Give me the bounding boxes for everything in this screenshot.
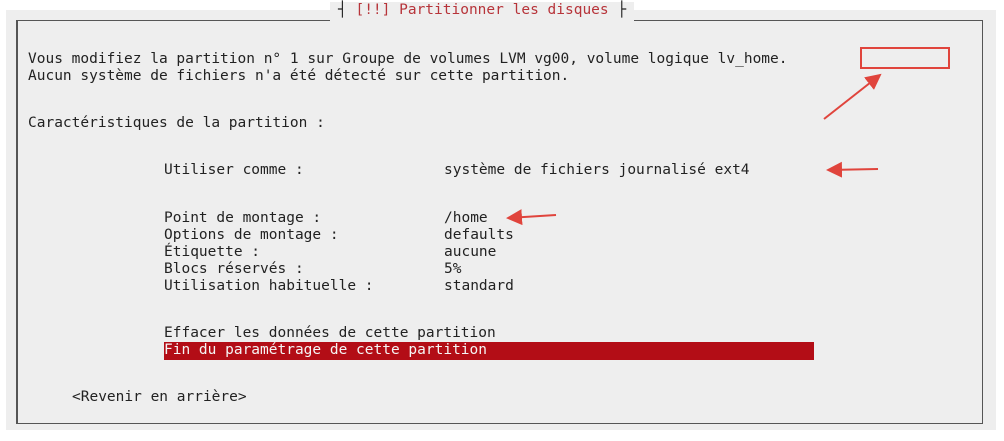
setting-label-mount-point[interactable]: Point de montage : (164, 210, 321, 227)
intro-line-1-text: Vous modifiez la partition n° 1 sur Grou… (28, 51, 718, 67)
logical-volume-name: lv_home. (717, 51, 788, 67)
section-label: Caractéristiques de la partition : (28, 115, 325, 131)
setting-label-use-as[interactable]: Utiliser comme : (164, 162, 304, 179)
installer-screen: ┤ [!!] Partitionner les disques ├ Vous m… (6, 2, 996, 430)
setting-value-mount-point[interactable]: /home (444, 210, 488, 227)
go-back-button[interactable]: <Revenir en arrière> (72, 389, 247, 406)
dialog-title: ┤ [!!] Partitionner les disques ├ (330, 2, 635, 22)
setting-value-label[interactable]: aucune (444, 244, 496, 261)
dialog-title-text: [!!] Partitionner les disques (355, 2, 609, 18)
setting-value-reserved-blocks[interactable]: 5% (444, 261, 461, 278)
arrow-icon (826, 161, 879, 178)
setting-label-reserved-blocks[interactable]: Blocs réservés : (164, 261, 304, 278)
setting-label-typical-usage[interactable]: Utilisation habituelle : (164, 278, 374, 295)
setting-value-mount-options[interactable]: defaults (444, 227, 514, 244)
lv-home-highlight-box (860, 47, 950, 69)
intro-line-1: Vous modifiez la partition n° 1 sur Grou… (28, 51, 788, 68)
intro-line-2: Aucun système de fichiers n'a été détect… (28, 68, 570, 84)
arrow-icon (506, 209, 557, 226)
setting-value-typical-usage[interactable]: standard (444, 278, 514, 295)
finish-partition-item[interactable]: Fin du paramétrage de cette partition (164, 342, 814, 360)
setting-label-mount-options[interactable]: Options de montage : (164, 227, 339, 244)
partition-dialog: ┤ [!!] Partitionner les disques ├ Vous m… (16, 2, 983, 424)
arrow-icon (823, 73, 882, 120)
erase-partition-item[interactable]: Effacer les données de cette partition (164, 325, 496, 342)
setting-label-label[interactable]: Étiquette : (164, 244, 260, 261)
setting-value-use-as[interactable]: système de fichiers journalisé ext4 (444, 162, 750, 179)
